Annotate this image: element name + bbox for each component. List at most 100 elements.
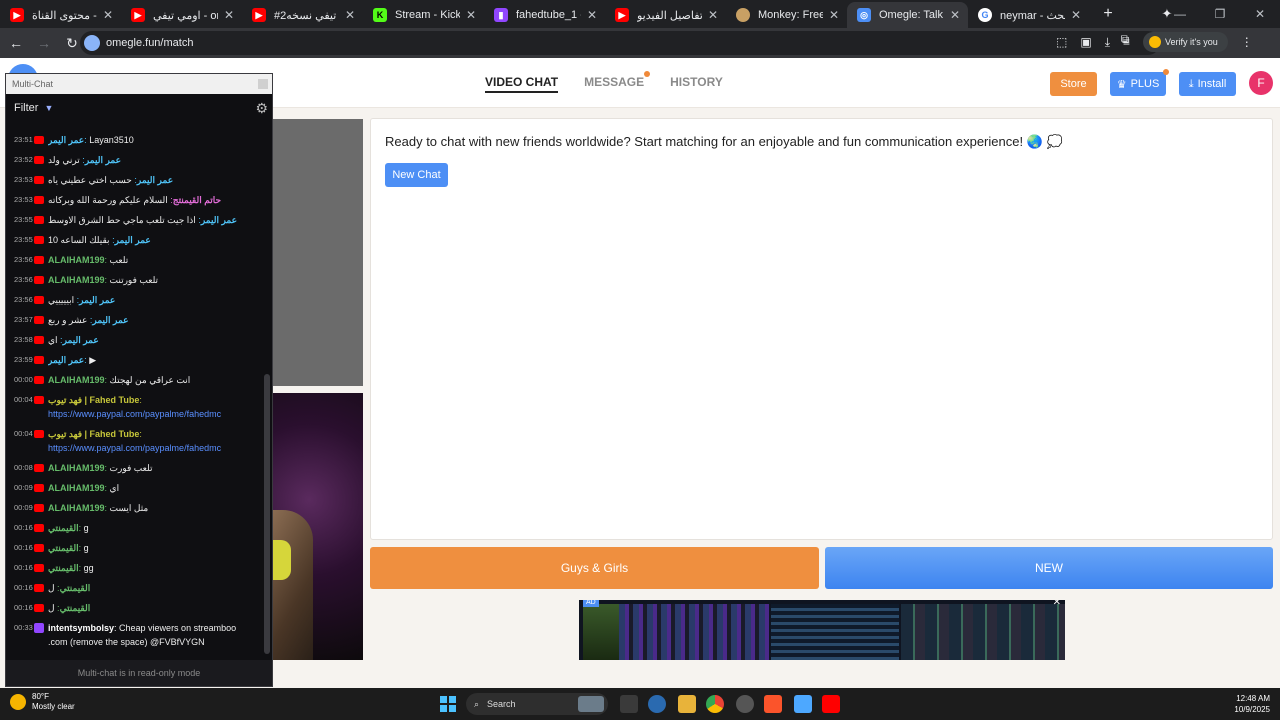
message-link[interactable]: https://www.paypal.com/paypalme/fahedmc — [48, 407, 258, 421]
close-tab-icon[interactable]: ✕ — [464, 8, 478, 22]
youtube-icon — [34, 216, 44, 224]
message-username[interactable]: فهد تيوب | Fahed Tube — [48, 429, 139, 439]
message-username[interactable]: القيمنتي — [60, 603, 91, 613]
message-username[interactable]: حاتم القيمنتج — [173, 195, 221, 205]
gear-icon[interactable]: ⚙ — [255, 100, 268, 117]
close-icon[interactable]: ✕ — [1053, 600, 1061, 608]
split-view-icon[interactable]: ▣ — [1080, 35, 1091, 49]
store-button[interactable]: Store — [1050, 72, 1097, 96]
chat-message-list[interactable]: 23:51 عمر اليمر: Layan3510 23:52 عمر اليمر:… — [6, 130, 264, 660]
message-username[interactable]: القيمنتي — [48, 543, 79, 553]
avatar[interactable]: F — [1249, 71, 1273, 95]
minimize-button[interactable]: — — [1160, 7, 1200, 21]
nav-video-chat[interactable]: VIDEO CHAT — [485, 75, 559, 93]
new-tab-button[interactable]: + — [1100, 4, 1116, 24]
close-window-button[interactable]: ✕ — [1240, 7, 1280, 21]
new-chat-button[interactable]: New Chat — [385, 163, 448, 187]
scrollbar[interactable] — [264, 374, 270, 654]
message-link[interactable]: https://www.paypal.com/paypalme/fahedmc — [48, 441, 258, 455]
browser-tab[interactable]: ▮ fahedtube_1 - Twitch ✕ — [484, 2, 605, 28]
message-username[interactable]: ALAIHAM199 — [48, 483, 105, 493]
plus-button[interactable]: ♛ PLUS — [1110, 69, 1169, 96]
youtube-icon — [34, 316, 44, 324]
message-username[interactable]: عمر اليمر — [48, 135, 84, 145]
install-button[interactable]: ⤓ Install — [1179, 72, 1236, 96]
browser-tab[interactable]: ▶ #2اومي تيفي نسخه ✕ — [242, 2, 363, 28]
browser-tab[interactable]: K Stream - Kick Dashb ✕ — [363, 2, 484, 28]
chat-message: 00:00 ALAIHAM199: انت عراقي من لهجتك — [6, 370, 264, 390]
browser-tab[interactable]: ▶ اومي تيفي - omegle ✕ — [121, 2, 242, 28]
message-username[interactable]: عمر اليمر — [63, 335, 99, 345]
menu-icon[interactable]: ⋮ — [1241, 35, 1253, 49]
moon-cloud-icon — [10, 694, 26, 710]
browser-tab[interactable]: Gneymar - بحث Googl ✕ — [968, 2, 1089, 28]
ad-banner[interactable]: AD ✕ — [579, 600, 1065, 660]
message-username[interactable]: عمر اليمر — [79, 295, 115, 305]
message-username[interactable]: ALAIHAM199 — [48, 503, 105, 513]
message-username[interactable]: ALAIHAM199 — [48, 275, 105, 285]
app-f-icon[interactable] — [794, 695, 812, 713]
file-explorer-icon[interactable] — [678, 695, 696, 713]
message-username[interactable]: القيمنتي — [48, 523, 79, 533]
youtube-icon — [34, 504, 44, 512]
close-tab-icon[interactable]: ✕ — [101, 8, 115, 22]
close-tab-icon[interactable]: ✕ — [585, 8, 599, 22]
maximize-button[interactable]: ❐ — [1200, 7, 1240, 21]
browser-tab[interactable]: ◎ Omegle: Talk to ✕ — [847, 2, 968, 28]
close-tab-icon[interactable]: ✕ — [706, 8, 720, 22]
message-time: 23:59 — [14, 355, 33, 364]
message-username[interactable]: عمر اليمر — [115, 235, 151, 245]
browser-tab[interactable]: ▶ تفاصيل الفيديو - Studio ✕ — [605, 2, 726, 28]
obs-icon[interactable] — [736, 695, 754, 713]
taskbar-search[interactable]: ⌕ Search — [466, 693, 608, 715]
youtube-app-icon[interactable] — [822, 695, 840, 713]
start-button[interactable] — [440, 696, 456, 712]
close-tab-icon[interactable]: ✕ — [222, 8, 236, 22]
close-tab-icon[interactable]: ✕ — [343, 8, 357, 22]
message-username[interactable]: ALAIHAM199 — [48, 255, 105, 265]
tab-title: Omegle: Talk to — [879, 9, 944, 21]
message-username[interactable]: القيمنتي — [48, 563, 79, 573]
message-username[interactable]: عمر اليمر — [48, 355, 84, 365]
chrome-icon[interactable] — [706, 695, 724, 713]
message-username[interactable]: القيمنتي — [60, 583, 91, 593]
tab-title: #2اومي تيفي نسخه — [274, 9, 339, 22]
message-username[interactable]: ALAIHAM199 — [48, 375, 105, 385]
extensions-icon[interactable]: ⬚ — [1056, 35, 1067, 49]
weather-widget[interactable]: 80°F Mostly clear — [10, 692, 75, 712]
message-username[interactable]: فهد تيوب | Fahed Tube — [48, 395, 139, 405]
reading-list-icon[interactable]: ≡ — [1123, 35, 1130, 49]
address-bar[interactable]: omegle.fun/match — [80, 31, 1160, 55]
site-nav: VIDEO CHAT MESSAGE HISTORY — [485, 71, 723, 93]
new-match-button[interactable]: NEW — [825, 547, 1273, 589]
close-tab-icon[interactable]: ✕ — [827, 8, 841, 22]
forward-button[interactable]: → — [32, 35, 56, 51]
settings-icon[interactable] — [648, 695, 666, 713]
message-username[interactable]: عمر اليمر — [92, 315, 128, 325]
browser-tab[interactable]: ▶ محتوى القناة - Studio ✕ — [0, 2, 121, 28]
message-username[interactable]: intentsymbolsy — [48, 623, 114, 633]
close-tab-icon[interactable]: ✕ — [1069, 8, 1083, 22]
verify-button[interactable]: Verify it's you — [1143, 32, 1228, 52]
multichat-close-button[interactable] — [258, 79, 268, 89]
browser-tab[interactable]: Monkey: Free Ra ✕ — [726, 2, 847, 28]
close-tab-icon[interactable]: ✕ — [948, 8, 962, 22]
site-info-icon[interactable] — [84, 35, 100, 51]
task-view-icon[interactable] — [620, 695, 638, 713]
gender-filter-button[interactable]: Guys & Girls — [370, 547, 819, 589]
filter-dropdown[interactable]: Filter ▼ ⚙ — [6, 94, 272, 122]
nav-message[interactable]: MESSAGE — [584, 71, 651, 93]
system-clock[interactable]: 12:48 AM 10/9/2025 — [1234, 693, 1270, 715]
multichat-titlebar[interactable]: Multi-Chat — [6, 74, 272, 94]
download-icon[interactable]: ⤓ — [1105, 35, 1110, 50]
message-body: فهد تيوب | Fahed Tube: https://www.paypa… — [48, 427, 258, 455]
message-username[interactable]: عمر اليمر — [201, 215, 237, 225]
nav-history[interactable]: HISTORY — [670, 75, 723, 93]
message-text: g — [83, 523, 89, 533]
message-username[interactable]: عمر اليمر — [137, 175, 173, 185]
brave-icon[interactable] — [764, 695, 782, 713]
back-button[interactable]: ← — [4, 35, 28, 51]
message-username[interactable]: عمر اليمر — [85, 155, 121, 165]
message-body: حاتم القيمنتج: السلام عليكم ورحمة الله و… — [48, 193, 258, 207]
message-username[interactable]: ALAIHAM199 — [48, 463, 105, 473]
